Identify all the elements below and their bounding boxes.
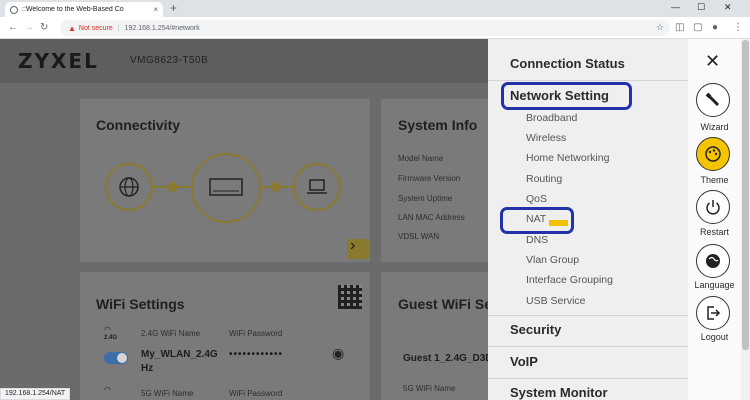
address-bar[interactable]: ▲ Not secure | 192.168.1.254/#network ☆ xyxy=(60,20,670,36)
forward-arrow-icon[interactable]: → xyxy=(24,21,34,34)
wifi-24-toggle[interactable] xyxy=(104,352,128,364)
link-dot xyxy=(271,182,281,192)
menu-item-vlan-group[interactable]: Vlan Group xyxy=(526,254,579,266)
scrollbar-thumb[interactable] xyxy=(742,40,749,350)
divider: | xyxy=(117,24,120,32)
system-info-title: System Info xyxy=(398,117,478,133)
more-menu-icon[interactable]: ⋮ xyxy=(733,21,743,34)
wifi-24-name-label: 2.4G WiFi Name xyxy=(141,329,201,338)
language-label: Language xyxy=(694,280,735,290)
menu-system-monitor[interactable]: System Monitor xyxy=(510,385,608,400)
wifi-24-password-label: WiFi Password xyxy=(229,329,283,338)
menu-item-routing[interactable]: Routing xyxy=(526,173,562,185)
info-label-model: Model Name xyxy=(398,154,444,163)
not-secure-label: Not secure xyxy=(78,24,113,32)
restart-label: Restart xyxy=(699,227,729,237)
wifi-24-name-suffix: Hz xyxy=(141,363,154,374)
wizard-label: Wizard xyxy=(700,122,729,132)
browser-tab-strip: ::Welcome to the Web-Based Co × + — ☐ ✕ xyxy=(0,0,750,17)
menu-item-usb-service[interactable]: USB Service xyxy=(526,295,586,307)
router-icon xyxy=(191,153,261,223)
camera-icon[interactable]: ◫ xyxy=(675,21,684,34)
reload-icon[interactable]: ↻ xyxy=(40,21,48,34)
close-window-button[interactable]: ✕ xyxy=(724,2,732,13)
guest-24-name: Guest 1_2.4G_D3D xyxy=(403,353,493,364)
connectivity-next-button[interactable]: › xyxy=(347,237,369,259)
wifi-5-name-label: 5G WiFi Name xyxy=(141,389,194,398)
internet-globe-icon xyxy=(105,163,153,211)
show-password-eye-icon[interactable]: ◉ xyxy=(332,345,344,362)
new-tab-button[interactable]: + xyxy=(170,2,177,15)
info-label-firmware: Firmware Version xyxy=(398,174,461,183)
browser-tab[interactable]: ::Welcome to the Web-Based Co × xyxy=(5,2,163,17)
qr-code-icon[interactable] xyxy=(338,285,362,309)
maximize-button[interactable]: ☐ xyxy=(697,2,705,13)
browser-toolbar: ← → ↻ ▲ Not secure | 192.168.1.254/#netw… xyxy=(0,17,750,39)
tab-close-icon[interactable]: × xyxy=(153,5,158,14)
wifi-settings-card xyxy=(80,272,370,400)
menu-divider xyxy=(488,346,688,347)
bookmark-star-icon[interactable]: ☆ xyxy=(656,22,664,33)
menu-item-interface-grouping[interactable]: Interface Grouping xyxy=(526,274,613,286)
wifi-24-name: My_WLAN_2.4G xyxy=(141,349,218,360)
back-arrow-icon[interactable]: ← xyxy=(8,21,18,34)
globe-favicon-icon xyxy=(10,5,18,14)
restart-power-icon[interactable] xyxy=(696,190,730,224)
menu-connection-status[interactable]: Connection Status xyxy=(510,56,625,71)
url-text: 192.168.1.254/#network xyxy=(124,24,200,32)
link-dot xyxy=(168,182,178,192)
wifi-5-signal-icon: ◠ xyxy=(104,385,111,394)
menu-security[interactable]: Security xyxy=(510,322,561,337)
extension-icon[interactable]: ▢ xyxy=(693,21,702,34)
menu-divider xyxy=(488,80,688,81)
wifi-5-password-label: WiFi Password xyxy=(229,389,283,398)
menu-item-dns[interactable]: DNS xyxy=(526,234,548,246)
chevron-right-icon: › xyxy=(350,237,356,254)
nat-yellow-mark xyxy=(549,220,568,226)
minimize-button[interactable]: — xyxy=(671,2,680,12)
guest-wifi-card xyxy=(381,272,488,400)
menu-divider xyxy=(488,378,688,379)
menu-item-qos[interactable]: QoS xyxy=(526,193,547,205)
info-label-vdsl: VDSL WAN xyxy=(398,232,440,241)
connectivity-title: Connectivity xyxy=(96,117,181,133)
status-bar-url: 192.168.1.254/NAT xyxy=(0,388,71,400)
model-name: VMG8623-T50B xyxy=(130,55,209,66)
wifi-signal-icon: ◠ xyxy=(104,325,111,334)
language-globe-icon[interactable] xyxy=(696,244,730,278)
theme-label: Theme xyxy=(700,175,729,185)
theme-palette-icon[interactable] xyxy=(696,137,730,171)
menu-item-home-networking[interactable]: Home Networking xyxy=(526,152,609,164)
tab-title: ::Welcome to the Web-Based Co xyxy=(22,6,124,13)
menu-item-wireless[interactable]: Wireless xyxy=(526,132,566,144)
network-setting-highlight xyxy=(501,82,632,110)
warning-icon: ▲ xyxy=(68,23,76,33)
guest-wifi-title: Guest WiFi Set xyxy=(398,296,497,312)
logout-icon[interactable] xyxy=(696,296,730,330)
guest-5-name-label: 5G WiFi Name xyxy=(403,384,456,393)
info-label-uptime: System Uptime xyxy=(398,194,453,203)
laptop-icon xyxy=(293,163,341,211)
info-label-mac: LAN MAC Address xyxy=(398,213,465,222)
menu-item-broadband[interactable]: Broadband xyxy=(526,112,577,124)
menu-voip[interactable]: VoIP xyxy=(510,354,538,369)
zyxel-logo: ZYXEL xyxy=(18,49,99,73)
wifi-settings-title: WiFi Settings xyxy=(96,296,185,312)
close-menu-icon[interactable]: ✕ xyxy=(705,51,720,71)
menu-divider xyxy=(488,315,688,316)
wifi-24-badge: 2.4G xyxy=(104,335,118,341)
logout-label: Logout xyxy=(700,332,729,342)
wifi-24-password: •••••••••••• xyxy=(229,349,284,360)
wizard-wand-icon[interactable] xyxy=(696,83,730,117)
icon-rail: ✕ Wizard Theme Restart Language Logout xyxy=(688,39,741,400)
profile-icon[interactable]: ● xyxy=(712,21,718,34)
